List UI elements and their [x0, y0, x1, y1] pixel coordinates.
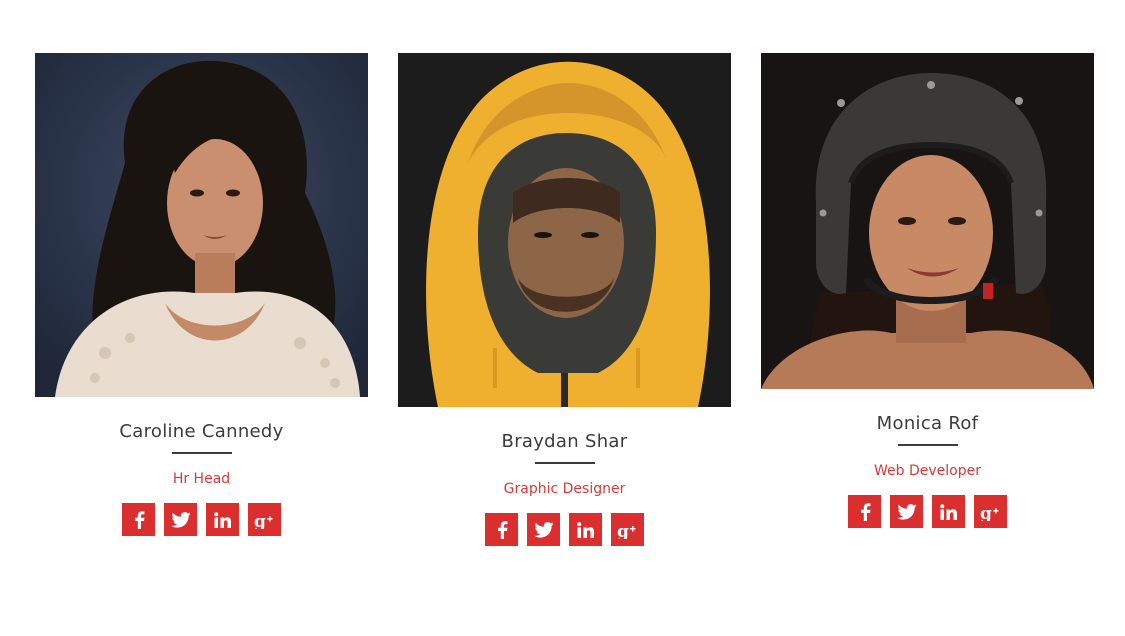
team-card: Monica Rof Web Developer g: [761, 53, 1094, 528]
facebook-icon: [134, 510, 144, 529]
facebook-button[interactable]: [122, 503, 155, 536]
linkedin-icon: [940, 503, 957, 520]
facebook-button[interactable]: [485, 513, 518, 546]
member-photo: [398, 53, 731, 407]
google-plus-button[interactable]: g: [248, 503, 281, 536]
team-card: Caroline Cannedy Hr Head g: [35, 53, 368, 536]
team-card: Braydan Shar Graphic Designer g: [398, 53, 731, 546]
facebook-button[interactable]: [848, 495, 881, 528]
member-name: Caroline Cannedy: [119, 421, 284, 442]
twitter-icon: [533, 521, 554, 538]
google-plus-icon: g: [617, 522, 635, 539]
svg-text:g: g: [980, 504, 992, 521]
svg-text:g: g: [617, 522, 629, 539]
linkedin-button[interactable]: [569, 513, 602, 546]
google-plus-button[interactable]: g: [974, 495, 1007, 528]
google-plus-icon: g: [980, 504, 998, 521]
twitter-icon: [896, 503, 917, 520]
google-plus-button[interactable]: g: [611, 513, 644, 546]
member-role: Graphic Designer: [503, 481, 626, 497]
linkedin-button[interactable]: [206, 503, 239, 536]
facebook-icon: [860, 502, 870, 521]
member-role: Hr Head: [172, 471, 231, 487]
facebook-icon: [497, 520, 507, 539]
name-divider: [171, 452, 232, 454]
twitter-button[interactable]: [527, 513, 560, 546]
member-name: Monica Rof: [876, 413, 979, 434]
name-divider: [534, 462, 595, 464]
member-photo: [35, 53, 368, 397]
social-links: g: [398, 513, 731, 546]
linkedin-button[interactable]: [932, 495, 965, 528]
twitter-button[interactable]: [164, 503, 197, 536]
social-links: g: [761, 495, 1094, 528]
twitter-icon: [170, 511, 191, 528]
team-section: Caroline Cannedy Hr Head g Braydan Shar …: [0, 0, 1125, 636]
google-plus-icon: g: [254, 512, 272, 529]
member-role: Web Developer: [874, 463, 981, 479]
linkedin-icon: [214, 511, 231, 528]
social-links: g: [35, 503, 368, 536]
name-divider: [897, 444, 958, 446]
linkedin-icon: [577, 521, 594, 538]
member-photo: [761, 53, 1094, 389]
svg-text:g: g: [254, 512, 266, 529]
twitter-button[interactable]: [890, 495, 923, 528]
member-name: Braydan Shar: [501, 431, 628, 452]
